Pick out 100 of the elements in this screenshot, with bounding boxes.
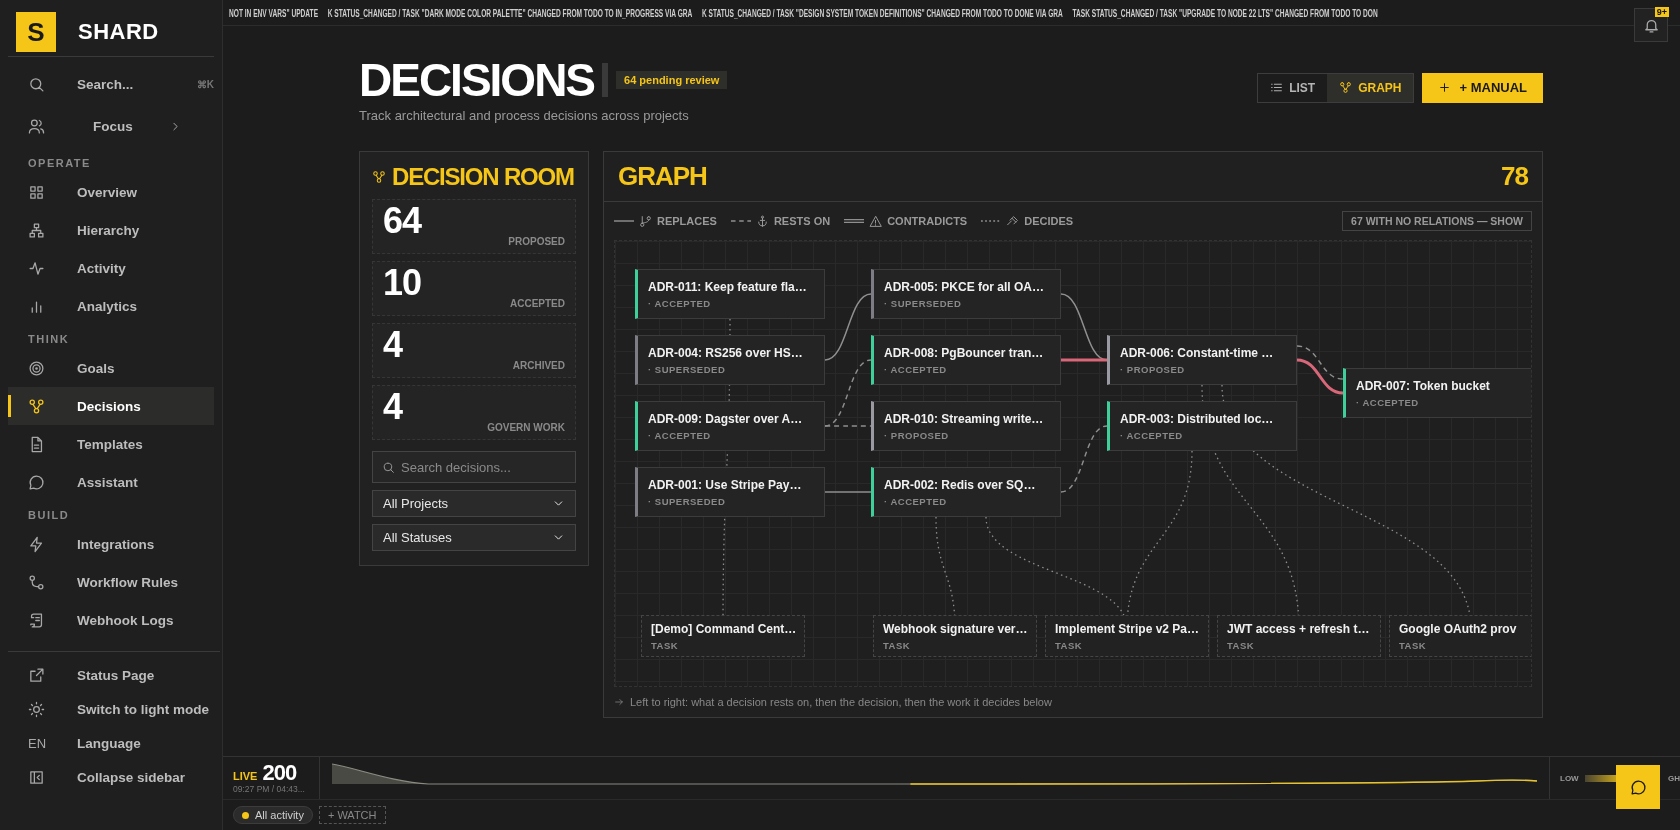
node-status: TASK — [883, 639, 912, 651]
task-card[interactable]: JWT access + refresh t… TASK — [1217, 615, 1381, 657]
node-title: ADR-010: Streaming write… — [884, 411, 1045, 426]
node-title: ADR-003: Distributed loc… — [1120, 411, 1275, 426]
sidebar-item[interactable]: Integrations — [8, 525, 220, 563]
search-icon — [28, 75, 45, 93]
stat-label: ACCEPTED — [510, 298, 565, 309]
stat-label: GOVERN WORK — [487, 422, 565, 433]
node-title: ADR-004: RS256 over HS… — [648, 345, 804, 360]
node-title: ADR-007: Token bucket — [1356, 378, 1491, 393]
node-status: · SUPERSEDED — [648, 495, 727, 507]
notifications-button[interactable]: 9+ — [1634, 8, 1668, 42]
sidebar-item[interactable]: Status Page — [8, 658, 220, 692]
line-style-sample — [730, 217, 751, 225]
hierarchy-icon — [28, 221, 45, 239]
graph-caption: Left to right: what a decision rests on, then the decision, then the work it decides below — [630, 696, 1052, 708]
chat-icon — [28, 473, 45, 491]
decision-card[interactable]: ADR-003: Distributed loc… · ACCEPTED — [1107, 401, 1297, 451]
logo-mark: S — [16, 12, 56, 52]
pulse-icon — [28, 259, 45, 277]
sidebar-item[interactable]: Activity — [8, 249, 220, 287]
intensity-scale — [1584, 774, 1618, 782]
node-status: · ACCEPTED — [1120, 429, 1184, 441]
decision-card[interactable]: ADR-008: PgBouncer tran… · ACCEPTED — [871, 335, 1061, 385]
anchor-icon — [755, 214, 769, 228]
decision-card[interactable]: ADR-004: RS256 over HS… · SUPERSEDED — [635, 335, 825, 385]
node-status: · SUPERSEDED — [648, 363, 727, 375]
line-style-sample — [844, 217, 865, 225]
stat-value: 10 — [383, 262, 422, 304]
activity-filter-chip[interactable]: All activity — [233, 806, 313, 824]
branch-icon — [28, 573, 45, 591]
decision-card[interactable]: ADR-010: Streaming write… · PROPOSED — [871, 401, 1061, 451]
sidebar-item[interactable]: Assistant — [8, 463, 220, 501]
notification-count: 9+ — [1654, 7, 1669, 17]
decision-count: 78 — [1501, 161, 1528, 192]
add-manual-button[interactable]: + MANUAL — [1422, 72, 1543, 103]
page-subtitle: Track architectural and process decisions across projects — [359, 108, 690, 123]
search-field[interactable]: Search decisions... — [372, 451, 576, 483]
ticker-message: K STATUS_CHANGED / TASK "DARK MODE COLOR PALETTE" CHANGED FROM TODO TO IN_PROGRESS VIA GRA — [327, 6, 693, 19]
sidebar-item[interactable]: Decisions — [8, 387, 214, 425]
node-status: · ACCEPTED — [1356, 396, 1420, 408]
stat-value: 64 — [383, 200, 422, 242]
relation-line — [824, 491, 872, 493]
node-title: ADR-011: Keep feature fla… — [648, 279, 808, 294]
relation-line — [1296, 345, 1344, 380]
sidebar-item[interactable]: Templates — [8, 425, 220, 463]
task-card[interactable]: Webhook signature ver… TASK — [873, 615, 1037, 657]
scale-low-label: LOW — [1560, 773, 1579, 783]
decision-card[interactable]: ADR-002: Redis over SQ… · ACCEPTED — [871, 467, 1061, 517]
lightning-icon — [28, 535, 45, 553]
sidebar-item[interactable]: Analytics — [8, 287, 220, 325]
decision-card[interactable]: ADR-005: PKCE for all OA… · SUPERSEDED — [871, 269, 1061, 319]
sun-icon — [28, 700, 45, 718]
decision-card[interactable]: ADR-006: Constant-time … · PROPOSED — [1107, 335, 1297, 385]
decision-card[interactable]: ADR-009: Dagster over A… · ACCEPTED — [635, 401, 825, 451]
node-title: ADR-001: Use Stripe Pay… — [648, 477, 803, 492]
section-heading: THINK — [27, 332, 71, 347]
line-style-sample — [981, 217, 1002, 225]
event-count: 200 — [262, 762, 297, 784]
show-unrelated-button[interactable]: 67 WITH NO RELATIONS — SHOW — [1342, 211, 1532, 231]
sidebar-item[interactable]: Switch to light mode — [8, 692, 220, 726]
sidebar-item[interactable]: Hierarchy — [8, 211, 220, 249]
decision-card[interactable]: ADR-011: Keep feature fla… · ACCEPTED — [635, 269, 825, 319]
node-status: · ACCEPTED — [648, 429, 712, 441]
ticker-message: TASK STATUS_CHANGED / TASK "UPGRADE TO NODE 22 LTS" CHANGED FROM TODO TO DON — [1072, 6, 1378, 19]
node-status: TASK — [1055, 639, 1084, 651]
node-status: · SUPERSEDED — [884, 297, 963, 309]
sidebar-collapse-icon — [28, 768, 45, 786]
node-status: TASK — [651, 639, 680, 651]
view-tab[interactable]: GRAPH — [1327, 73, 1414, 102]
pending-badge: 64 pending review — [616, 71, 728, 89]
task-card[interactable]: Google OAuth2 prov TASK — [1389, 615, 1531, 657]
sidebar-item[interactable]: Webhook Logs — [8, 601, 220, 639]
stat-label: PROPOSED — [508, 236, 565, 247]
legend-label: RESTS ON — [773, 215, 831, 227]
decision-card[interactable]: ADR-001: Use Stripe Pay… · SUPERSEDED — [635, 467, 825, 517]
sidebar-item[interactable]: EN Language — [8, 726, 220, 760]
nodes-icon — [28, 397, 45, 415]
task-card[interactable]: [Demo] Command Cent… TASK — [641, 615, 805, 657]
focus-button[interactable]: Focus — [8, 103, 220, 149]
node-status: · PROPOSED — [884, 429, 950, 441]
watch-button[interactable]: + WATCH — [318, 806, 386, 824]
sidebar-item[interactable]: Collapse sidebar — [8, 760, 220, 794]
sidebar-item[interactable]: Overview — [8, 173, 220, 211]
panel-title: GRAPH — [618, 161, 707, 192]
external-link-icon — [28, 666, 45, 684]
plus-icon — [1438, 81, 1452, 94]
sidebar-item[interactable]: Workflow Rules — [8, 563, 220, 601]
chat-button[interactable] — [1616, 765, 1660, 809]
filter-dropdown[interactable]: All Statuses — [372, 524, 576, 551]
filter-dropdown[interactable]: All Projects — [372, 490, 576, 517]
node-title: JWT access + refresh t… — [1227, 621, 1371, 636]
sidebar-item[interactable]: Goals — [8, 349, 220, 387]
view-tab[interactable]: LIST — [1258, 73, 1328, 102]
decision-card[interactable]: ADR-007: Token bucket · ACCEPTED — [1343, 368, 1531, 418]
shortcut-hint: ⌘K — [196, 78, 214, 90]
warning-icon — [869, 214, 883, 228]
task-card[interactable]: Implement Stripe v2 Pa… TASK — [1045, 615, 1209, 657]
search-button[interactable]: Search... ⌘K — [8, 65, 220, 103]
brand-name: SHARD — [78, 19, 159, 45]
